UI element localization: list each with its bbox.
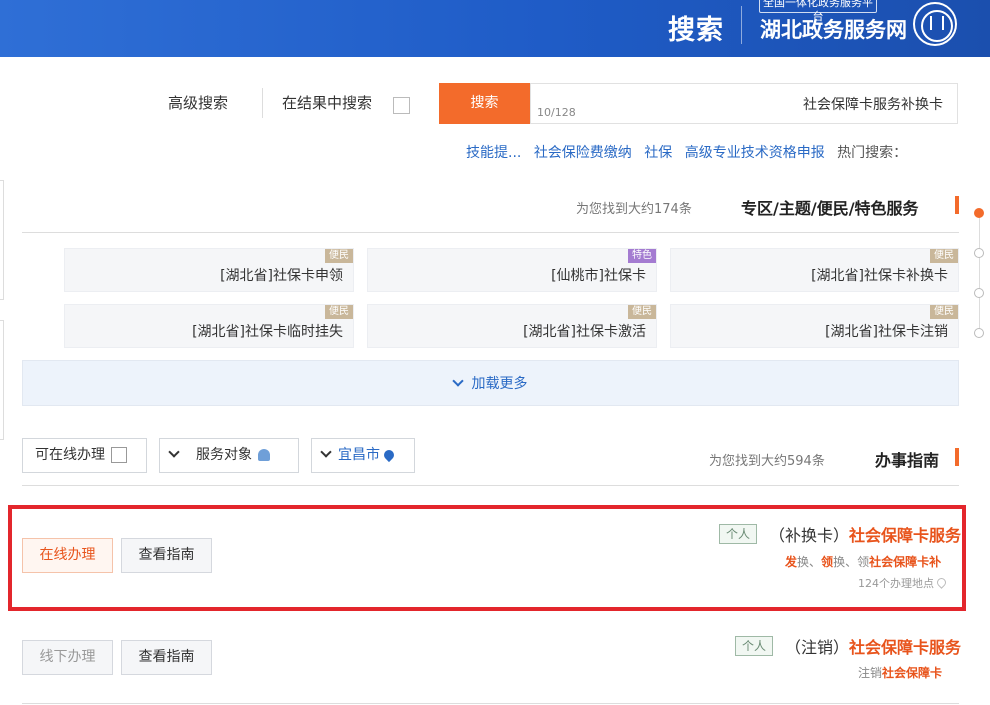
result-title[interactable]: （注销）社会保障卡服务 (785, 634, 961, 658)
location-pin-icon (935, 576, 948, 589)
user-icon (258, 449, 270, 461)
section-nav-dot[interactable] (974, 288, 984, 298)
result-subtitle: （补换卡） (769, 526, 850, 545)
service-card[interactable]: 便民 [湖北省]社保卡注销 (670, 304, 959, 348)
city-filter[interactable]: 宜昌市 (311, 438, 415, 473)
desc-fragment: 社会保障卡补 (869, 555, 942, 569)
service-card[interactable]: 便民 [湖北省]社保卡激活 (367, 304, 657, 348)
load-more-button[interactable]: 加载更多 (22, 360, 959, 406)
section-accent-bar (955, 448, 959, 466)
result-tag: 个人 (735, 636, 774, 656)
hot-search-label: 热门搜索： (837, 145, 908, 161)
card-title: [湖北省]社保卡注销 (825, 324, 948, 340)
search-query-text[interactable]: 社会保障卡服务补换卡 (803, 94, 943, 114)
service-card[interactable]: 便民 [湖北省]社保卡临时挂失 (64, 304, 354, 348)
desc-fragment: 发 (785, 555, 798, 569)
desc-fragment: 、 (845, 555, 858, 569)
load-more-label: 加载更多 (471, 376, 528, 392)
chevron-down-icon (168, 446, 180, 458)
search-button[interactable]: 搜索 (439, 83, 530, 124)
result-location[interactable]: 124个办理地点 (858, 575, 948, 591)
left-panel-edge (0, 180, 4, 300)
online-filter[interactable]: 可在线办理 (22, 438, 147, 473)
result-title[interactable]: （补换卡）社会保障卡服务 (769, 522, 961, 546)
desc-fragment: 社会保障卡 (882, 666, 943, 680)
chevron-down-icon (320, 446, 332, 458)
online-apply-button[interactable]: 在线办理 (22, 538, 113, 573)
service-card[interactable]: 便民 [湖北省]社保卡申领 (64, 248, 354, 292)
card-title: [仙桃市]社保卡 (551, 268, 646, 284)
hot-search-item[interactable]: 社保 (644, 145, 672, 161)
result-title-text: 社会保障卡服务 (849, 638, 962, 657)
desc-fragment: 领 (857, 555, 870, 569)
special-section-count: 为您找到大约174条 (576, 202, 692, 217)
hot-search-item[interactable]: 社会保险费缴纳 (534, 145, 632, 161)
section-nav-dot[interactable] (974, 328, 984, 338)
platform-label: 全国一体化政务服务平台 (759, 0, 877, 23)
result-description: 注销社会保障卡 (858, 664, 942, 681)
section-accent-bar (955, 196, 959, 214)
card-tag: 便民 (628, 305, 656, 319)
offline-apply-button[interactable]: 线下办理 (22, 640, 113, 675)
result-subtitle: （注销） (785, 638, 850, 657)
result-tag: 个人 (719, 524, 758, 544)
card-title: [湖北省]社保卡激活 (523, 324, 646, 340)
service-card[interactable]: 便民 [湖北省]社保卡补换卡 (670, 248, 959, 292)
desc-fragment: 换 (797, 555, 810, 569)
card-tag: 便民 (325, 249, 353, 263)
desc-fragment: 领 (821, 555, 834, 569)
hot-searches: 技能提... 社会保险费缴纳 社保 高级专业技术资格申报 热门搜索： (466, 142, 915, 162)
card-title: [湖北省]社保卡申领 (220, 268, 343, 284)
hot-search-item[interactable]: 高级专业技术资格申报 (685, 145, 825, 161)
audience-filter[interactable]: 服务对象 (159, 438, 299, 473)
card-title: [湖北省]社保卡临时挂失 (192, 324, 343, 340)
card-title: [湖北省]社保卡补换卡 (811, 268, 948, 284)
card-tag: 特色 (628, 249, 656, 263)
online-filter-checkbox[interactable] (111, 447, 127, 463)
card-tag: 便民 (930, 305, 958, 319)
result-description: 发换、领换、领社会保障卡补 (785, 553, 941, 570)
search-input[interactable]: 社会保障卡服务补换卡 10/128 (530, 83, 958, 124)
hot-search-item[interactable]: 技能提... (466, 145, 521, 161)
site-header: 搜索 全国一体化政务服务平台 湖北政务服务网 (0, 0, 990, 57)
section-divider (22, 485, 959, 486)
section-nav-dot[interactable] (974, 208, 984, 218)
search-char-count: 10/128 (537, 106, 576, 119)
desc-fragment: 、 (809, 555, 822, 569)
location-pin-icon (381, 447, 397, 463)
site-name[interactable]: 湖北政务服务网 (760, 14, 907, 44)
section-nav-track (979, 213, 980, 333)
result-title-text: 社会保障卡服务 (849, 526, 962, 545)
special-section-title: 专区/主题/便民/特色服务 (741, 199, 919, 218)
header-search-title: 搜索 (668, 15, 724, 46)
audience-filter-label: 服务对象 (196, 447, 252, 463)
service-card[interactable]: 特色 [仙桃市]社保卡 (367, 248, 657, 292)
search-in-results-label[interactable]: 在结果中搜索 (282, 92, 372, 113)
chevron-down-icon (451, 375, 464, 387)
section-divider (22, 232, 959, 233)
desc-fragment: 换 (833, 555, 846, 569)
guide-section-title: 办事指南 (875, 451, 940, 470)
location-count: 124个办理地点 (858, 577, 934, 590)
desc-fragment: 注销 (858, 666, 883, 680)
hubei-emblem-icon[interactable] (913, 2, 957, 46)
city-filter-label: 宜昌市 (338, 447, 380, 463)
header-divider (741, 6, 742, 44)
left-panel-edge (0, 320, 4, 440)
card-tag: 便民 (325, 305, 353, 319)
search-in-results-checkbox[interactable] (393, 97, 410, 114)
online-filter-label: 可在线办理 (35, 447, 105, 463)
advanced-search-link[interactable]: 高级搜索 (168, 92, 228, 113)
view-guide-button[interactable]: 查看指南 (121, 640, 212, 675)
view-guide-button[interactable]: 查看指南 (121, 538, 212, 573)
search-divider (262, 88, 263, 118)
card-tag: 便民 (930, 249, 958, 263)
section-nav-dot[interactable] (974, 248, 984, 258)
guide-section-count: 为您找到大约594条 (709, 454, 825, 469)
section-divider (22, 703, 959, 704)
